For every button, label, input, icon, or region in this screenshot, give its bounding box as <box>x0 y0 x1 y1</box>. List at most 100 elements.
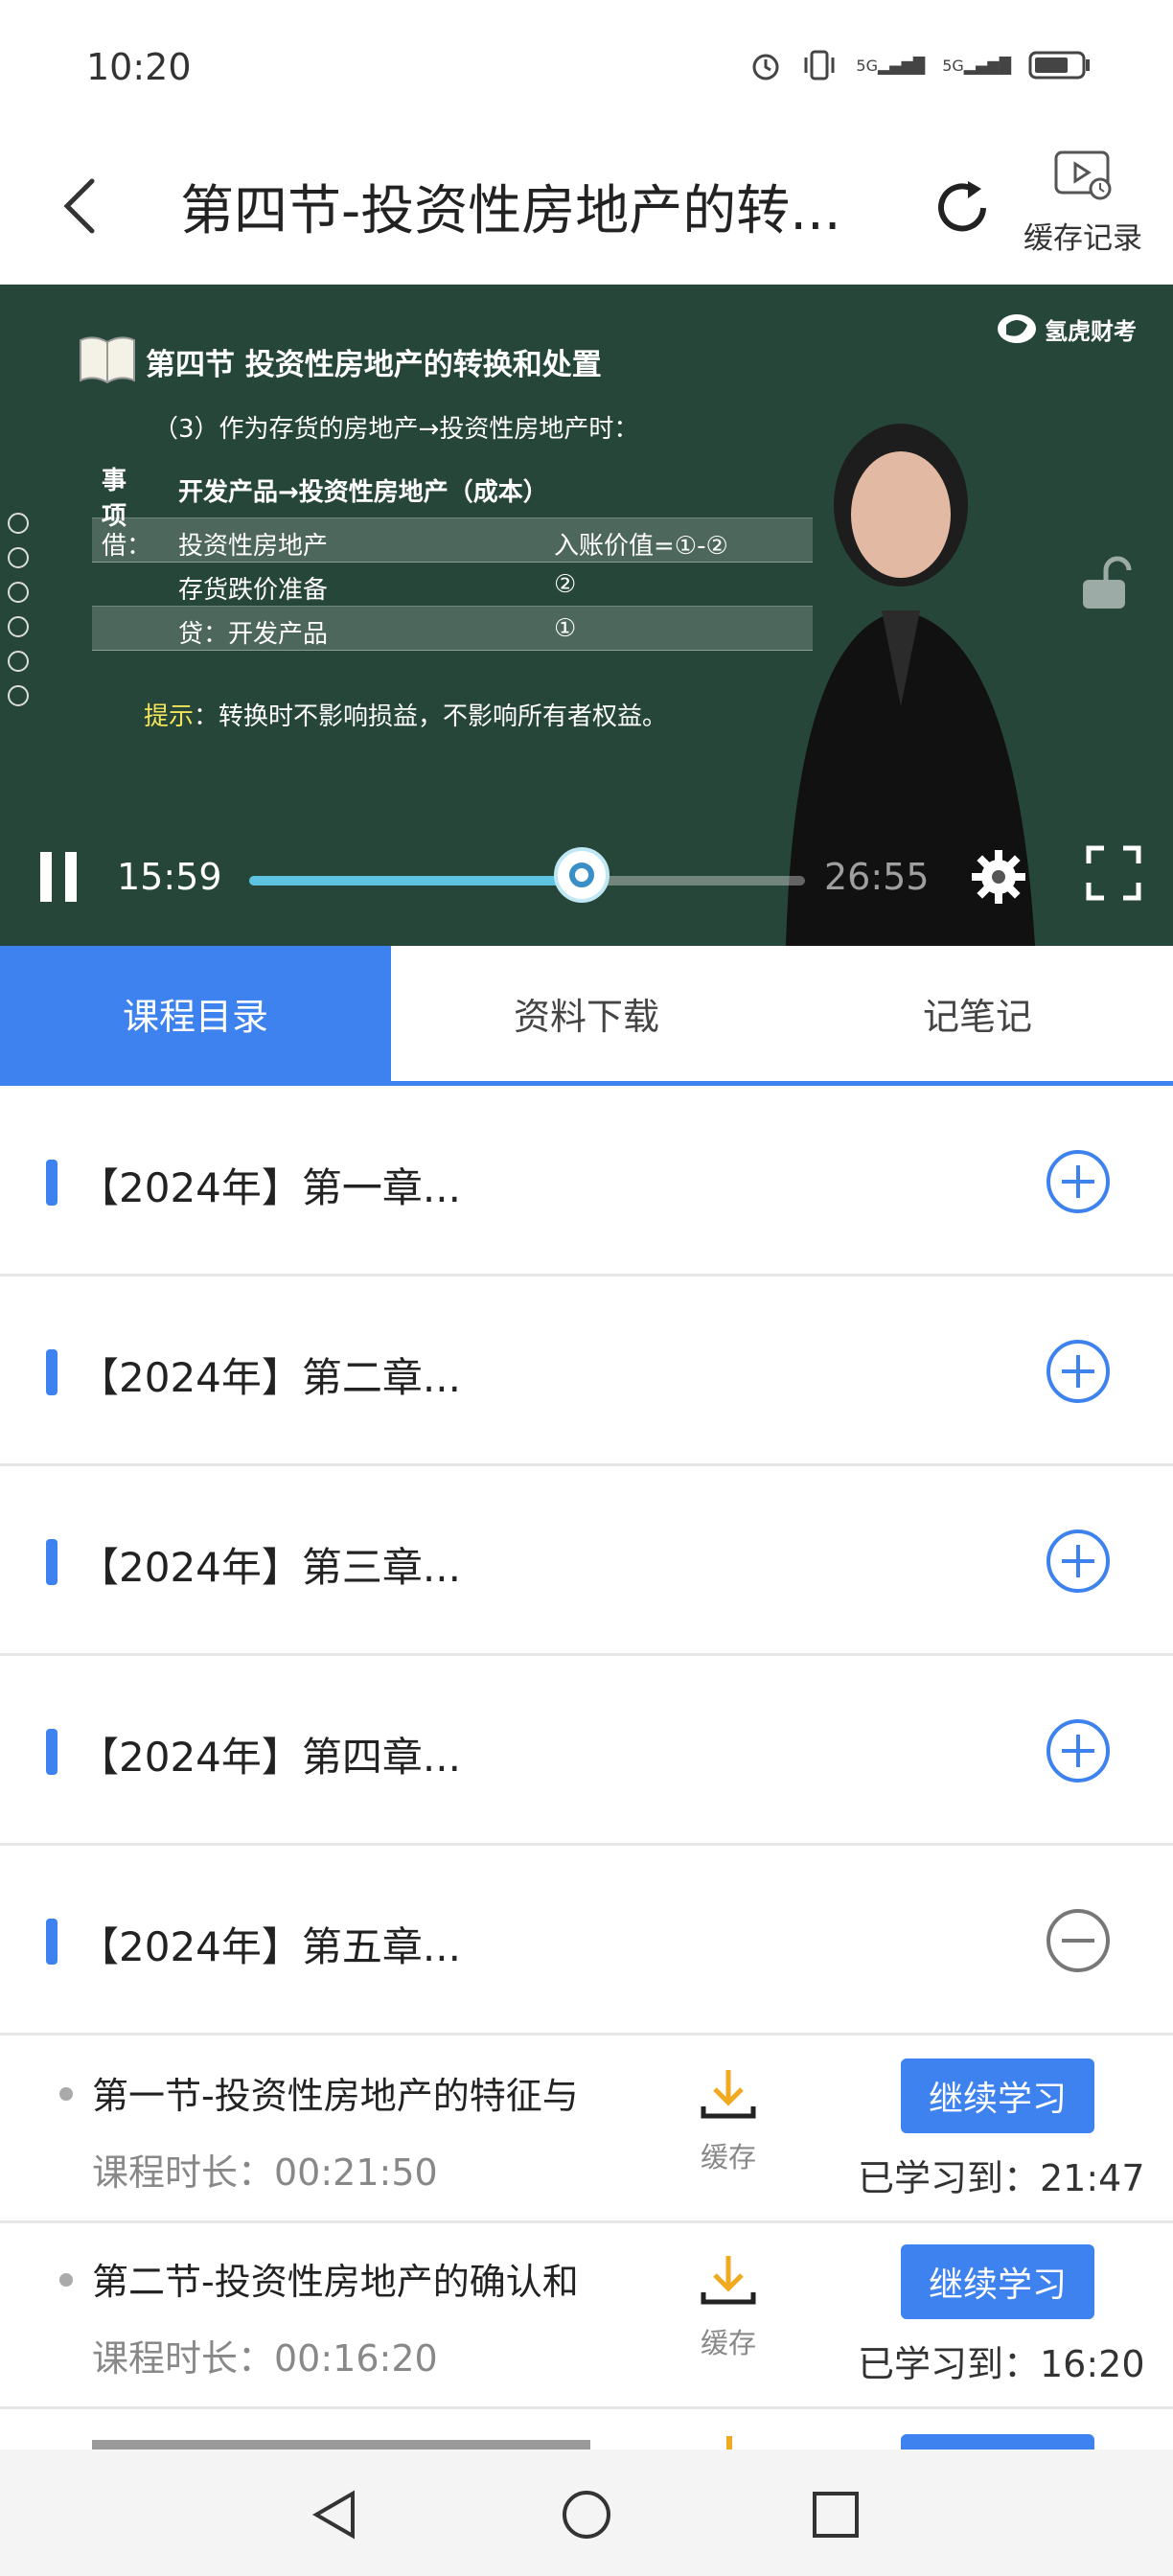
tab-materials-download[interactable]: 资料下载 <box>391 946 782 1081</box>
lesson-row[interactable]: 第一节-投资性房地产的特征与 课程时长：00:21:50 缓存 继续学习 已学习… <box>0 2039 1173 2223</box>
lesson-bullet <box>59 2273 73 2287</box>
signal-5g-icon: 5G▂▄▆█ <box>856 56 926 75</box>
lesson-bullet <box>59 2087 73 2101</box>
tool-icon[interactable] <box>8 616 29 637</box>
download-icon <box>701 2256 756 2305</box>
slide-table-row: 借： 投资性房地产 入账价值=①-② <box>92 518 813 563</box>
lesson-row[interactable]: 第二节-投资性房地产的确认和 课程时长：00:16:20 缓存 继续学习 已学习… <box>0 2225 1173 2409</box>
chapter-item[interactable]: 【2024年】第二章... <box>0 1276 1173 1466</box>
lesson-row-partial[interactable] <box>0 2411 1173 2450</box>
status-icons: 5G▂▄▆█ 5G▂▄▆█ <box>748 48 1092 82</box>
tool-icon[interactable] <box>8 513 29 534</box>
progress-fill <box>249 876 582 886</box>
slide-tip: 提示：转换时不影响损益，不影响所有者权益。 <box>144 697 667 732</box>
chapter-marker <box>46 1539 58 1585</box>
download-button[interactable]: 缓存 <box>690 2252 767 2361</box>
video-player[interactable]: 第四节 投资性房地产的转换和处置 氢虎财考 （3）作为存货的房地产→投资性房地产… <box>0 285 1173 946</box>
total-time: 26:55 <box>824 856 930 898</box>
partial-continue-button[interactable] <box>901 2434 1094 2450</box>
page-title: 第四节-投资性房地产的转... <box>180 180 841 242</box>
screen-lock-icon[interactable] <box>1077 555 1135 612</box>
progress-handle[interactable] <box>553 847 610 903</box>
tool-icon[interactable] <box>8 582 29 603</box>
slide-table-cell: 入账价值=①-② <box>554 532 728 561</box>
tip-label: 提示 <box>144 702 195 731</box>
tab-bar: 课程目录 资料下载 记笔记 <box>0 946 1173 1086</box>
continue-learning-button[interactable]: 继续学习 <box>901 2244 1094 2319</box>
tool-icon[interactable] <box>8 651 29 672</box>
chapter-item[interactable]: 【2024年】第五章... <box>0 1846 1173 2036</box>
expand-plus-icon[interactable] <box>1046 1719 1110 1782</box>
lesson-title: 第一节-投资性房地产的特征与 <box>92 2075 579 2117</box>
vibrate-icon <box>804 50 835 80</box>
expand-plus-icon[interactable] <box>1046 1150 1110 1213</box>
back-arrow-icon[interactable] <box>46 168 113 244</box>
slide-table: 事项 开发产品→投资性房地产（成本） 借： 投资性房地产 入账价值=①-② 存货… <box>92 455 813 651</box>
chapter-title: 【2024年】第一章... <box>79 1164 461 1211</box>
nav-back-icon[interactable] <box>309 2488 362 2542</box>
tiger-logo-icon <box>998 314 1036 343</box>
partial-lesson-title <box>92 2440 590 2450</box>
signal-label: 5G <box>856 56 878 75</box>
signal-label-2: 5G <box>942 56 964 75</box>
chapter-item[interactable]: 【2024年】第一章... <box>0 1087 1173 1276</box>
chapter-item[interactable]: 【2024年】第四章... <box>0 1656 1173 1846</box>
download-label: 缓存 <box>700 2141 756 2174</box>
chapter-title: 【2024年】第二章... <box>79 1354 461 1401</box>
collapse-minus-icon[interactable] <box>1046 1909 1110 1972</box>
chapter-marker <box>46 1160 58 1206</box>
status-time: 10:20 <box>86 46 192 88</box>
signal-5g-icon-2: 5G▂▄▆█ <box>942 56 1011 75</box>
progress-bar[interactable] <box>249 876 805 886</box>
pen-toolbar[interactable] <box>8 513 29 706</box>
slide-table-cell: ② <box>554 570 577 599</box>
refresh-icon[interactable] <box>926 170 1002 246</box>
expand-plus-icon[interactable] <box>1046 1340 1110 1403</box>
brand-logo: 氢虎财考 <box>995 311 1137 346</box>
tool-icon[interactable] <box>8 685 29 706</box>
chapter-marker <box>46 1919 58 1965</box>
pause-icon[interactable] <box>36 848 84 906</box>
battery-icon <box>1028 51 1090 80</box>
chapter-marker <box>46 1729 58 1775</box>
download-button[interactable]: 缓存 <box>690 2066 767 2175</box>
chapter-marker <box>46 1349 58 1395</box>
download-label: 缓存 <box>700 2327 756 2359</box>
slide-table-header: 事项 开发产品→投资性房地产（成本） <box>92 455 813 531</box>
chapter-title: 【2024年】第四章... <box>79 1734 461 1781</box>
tab-take-notes[interactable]: 记笔记 <box>782 946 1173 1081</box>
current-time: 15:59 <box>117 856 222 898</box>
cache-record-label: 缓存记录 <box>1024 221 1142 256</box>
expand-plus-icon[interactable] <box>1046 1530 1110 1593</box>
slide-table-header-desc: 开发产品→投资性房地产（成本） <box>178 478 548 507</box>
partial-download-icon <box>726 2436 732 2450</box>
nav-home-icon[interactable] <box>560 2488 613 2542</box>
tool-icon[interactable] <box>8 547 29 568</box>
slide-table-cell: 投资性房地产 <box>178 532 329 561</box>
slide-table-row: 贷：开发产品 ① <box>92 607 813 651</box>
continue-learning-button[interactable]: 继续学习 <box>901 2058 1094 2133</box>
slide-table-cell: 借： <box>102 532 152 561</box>
slide-table-cell: 贷：开发产品 <box>178 620 329 649</box>
settings-gear-icon[interactable] <box>968 846 1029 908</box>
slide-table-cell: 存货跌价准备 <box>178 576 329 605</box>
learned-progress: 已学习到：16:20 <box>858 2343 1145 2385</box>
cache-record-button[interactable]: 缓存记录 <box>1016 149 1150 257</box>
system-nav-bar <box>0 2450 1173 2576</box>
tab-course-catalog[interactable]: 课程目录 <box>0 946 391 1081</box>
slide-title: 第四节 投资性房地产的转换和处置 <box>146 348 602 382</box>
book-icon <box>80 336 135 384</box>
alarm-icon <box>752 54 779 80</box>
chapter-item[interactable]: 【2024年】第三章... <box>0 1466 1173 1656</box>
logo-text: 氢虎财考 <box>1045 317 1137 345</box>
download-icon <box>701 2070 756 2119</box>
fullscreen-icon[interactable] <box>1085 844 1142 902</box>
chapter-title: 【2024年】第五章... <box>79 1923 461 1970</box>
lesson-title: 第二节-投资性房地产的确认和 <box>92 2261 579 2303</box>
slide-table-cell: ① <box>554 614 577 643</box>
lecturer-figure <box>786 424 1035 946</box>
learned-progress: 已学习到：21:47 <box>858 2157 1145 2199</box>
nav-recents-icon[interactable] <box>811 2490 861 2540</box>
slide-subtitle: （3）作为存货的房地产→投资性房地产时： <box>153 415 639 444</box>
chapter-title: 【2024年】第三章... <box>79 1544 461 1591</box>
